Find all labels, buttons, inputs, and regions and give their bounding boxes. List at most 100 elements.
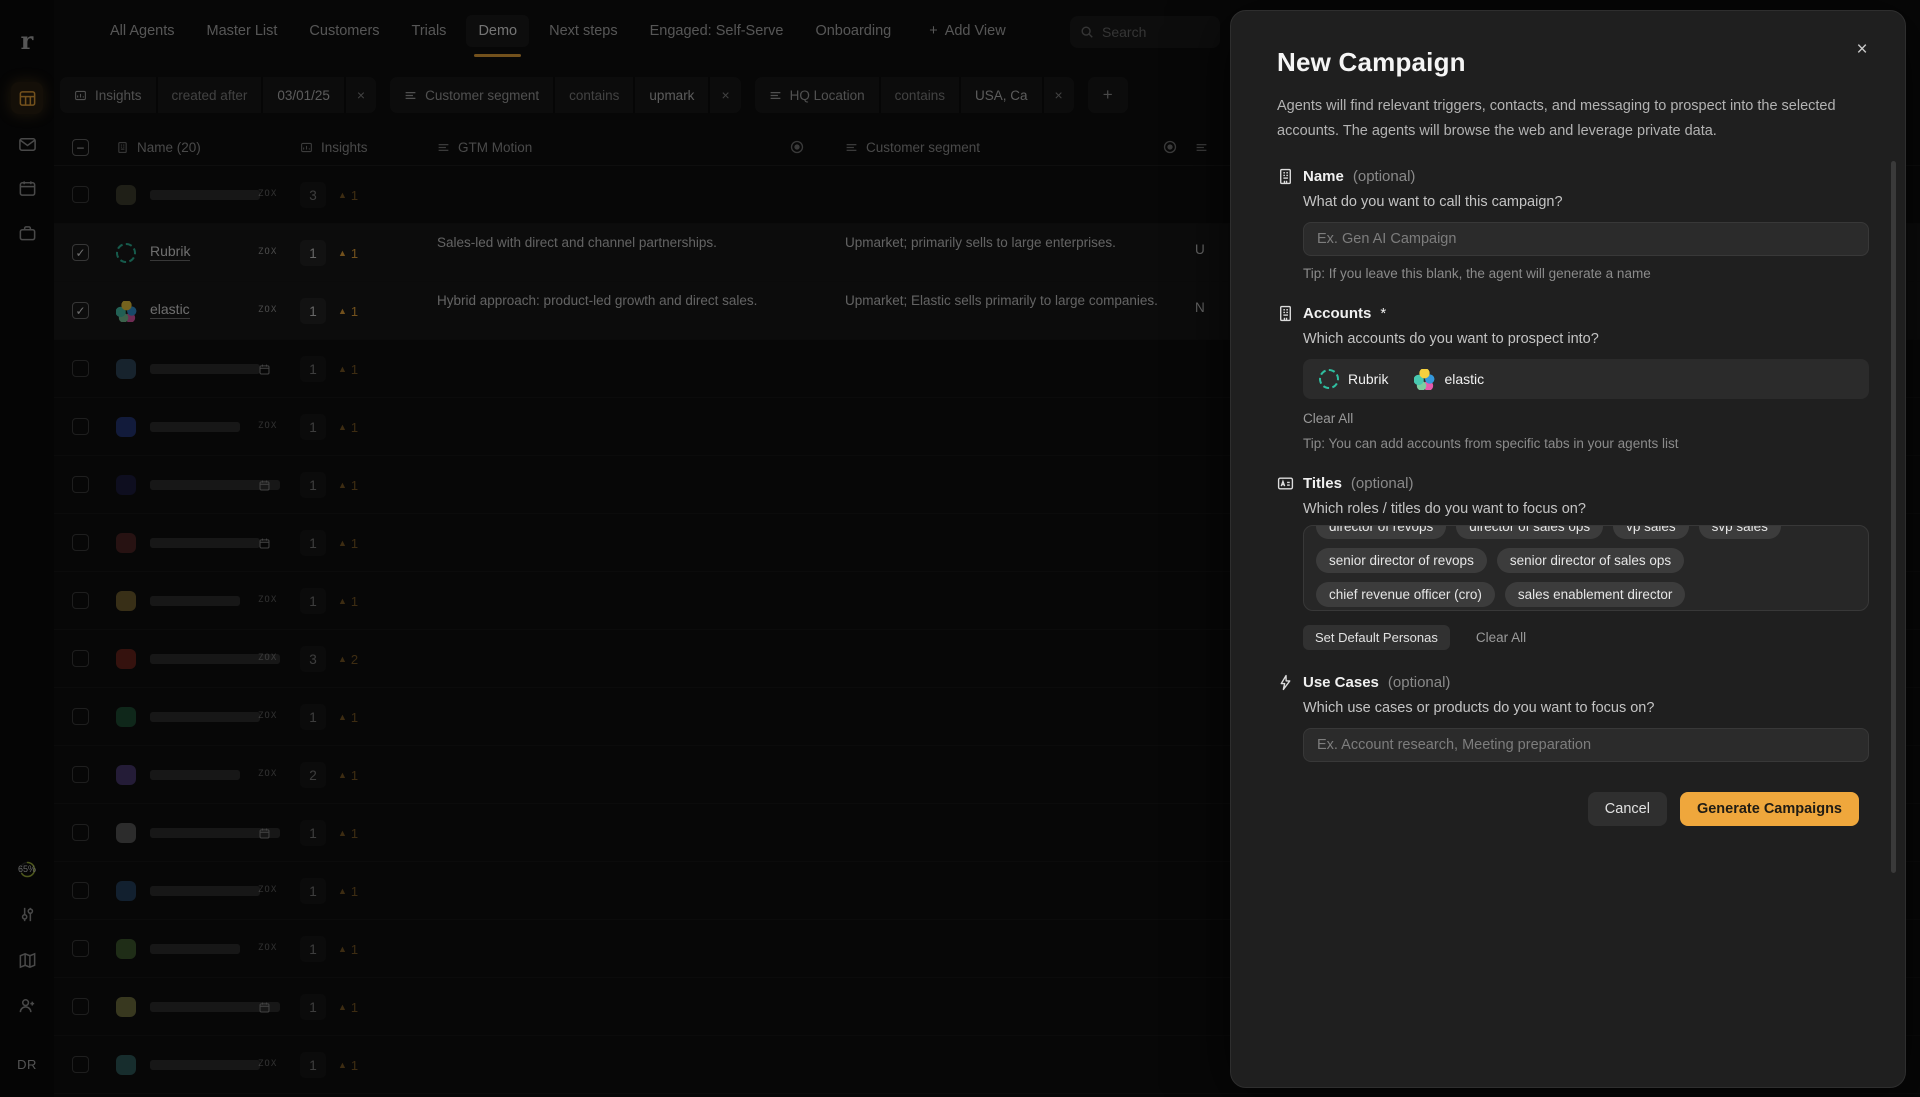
row-checkbox[interactable] [72,824,89,841]
briefcase-icon[interactable] [11,217,43,249]
add-filter-button[interactable]: + [1088,77,1128,113]
add-user-icon[interactable] [11,989,43,1021]
company-logo [116,358,138,380]
row-checkbox[interactable] [72,418,89,435]
generate-campaigns-button[interactable]: Generate Campaigns [1680,792,1859,826]
mail-icon[interactable] [11,128,43,160]
company-logo [116,184,138,206]
set-default-personas-button[interactable]: Set Default Personas [1303,625,1450,650]
tab-onboarding[interactable]: Onboarding [803,15,903,47]
filter-field[interactable]: HQ Location [755,77,879,113]
insights-count: 2 [300,762,326,788]
row-checkbox[interactable] [72,882,89,899]
select-all-checkbox[interactable]: – [72,139,89,156]
company-logo [116,938,138,960]
map-icon[interactable] [11,944,43,976]
filter-field[interactable]: Insights [60,77,156,113]
company-logo [116,590,138,612]
filter-condition[interactable]: contains [881,77,959,113]
use-cases-input[interactable] [1303,728,1869,762]
add-view-button[interactable]: + Add View [929,23,1005,39]
app-root: r 65% [0,0,1920,1097]
tab-engaged-self-serve[interactable]: Engaged: Self-Serve [638,15,796,47]
insights-delta: ▲1 [338,704,358,730]
titles-clear-all-button[interactable]: Clear All [1476,630,1526,645]
cancel-button[interactable]: Cancel [1588,792,1667,826]
row-checkbox[interactable] [72,534,89,551]
row-checkbox[interactable] [72,186,89,203]
table-view-icon[interactable] [11,82,43,114]
row-badge [258,479,271,492]
filter-value[interactable]: 03/01/25 [263,77,344,113]
column-next-partial[interactable] [1195,128,1208,166]
account-chip-elastic[interactable]: elastic [1414,369,1484,390]
row-badge: ZOX [258,421,277,431]
account-chip-rubrik[interactable]: Rubrik [1319,369,1388,389]
row-checkbox[interactable]: ✓ [72,302,89,319]
tab-trials[interactable]: Trials [400,15,459,47]
title-tag[interactable]: senior director of revops [1316,548,1487,573]
filter-field[interactable]: Customer segment [390,77,553,113]
insights-delta: ▲1 [338,878,358,904]
row-badge: ZOX [258,943,277,953]
title-tag[interactable]: vp sales [1613,525,1689,539]
tab-master-list[interactable]: Master List [195,15,290,47]
filter-chip-insights[interactable]: Insightscreated after03/01/25× [60,77,376,113]
campaign-name-input[interactable] [1303,222,1869,256]
filter-chip-hq-location[interactable]: HQ LocationcontainsUSA, Ca× [755,77,1074,113]
remove-filter-icon[interactable]: × [710,77,740,113]
calendar-icon[interactable] [11,172,43,204]
filter-value[interactable]: USA, Ca [961,77,1042,113]
remove-filter-icon[interactable]: × [1044,77,1074,113]
avatar[interactable]: DR [11,1048,43,1080]
row-checkbox[interactable] [72,1056,89,1073]
row-checkbox[interactable] [72,360,89,377]
filter-chip-customer-segment[interactable]: Customer segmentcontainsupmark× [390,77,741,113]
modal-scrollbar[interactable] [1891,161,1896,873]
close-icon[interactable]: × [1849,37,1875,63]
progress-ring[interactable]: 65% [8,850,46,888]
titles-label: Titles (optional) [1277,475,1859,492]
rubrik-logo [1319,369,1339,389]
row-checkbox[interactable] [72,476,89,493]
tab-next-steps[interactable]: Next steps [537,15,630,47]
column-name[interactable]: Name (20) [116,128,201,166]
target-icon[interactable] [1162,139,1178,155]
row-checkbox[interactable] [72,708,89,725]
title-tag[interactable]: senior director of sales ops [1497,548,1684,573]
title-tag[interactable]: director of revops [1316,525,1446,539]
row-checkbox[interactable] [72,998,89,1015]
title-tag[interactable]: director of sales ops [1456,525,1603,539]
search-box[interactable]: Search [1070,16,1220,48]
row-checkbox[interactable]: ✓ [72,244,89,261]
row-checkbox[interactable] [72,940,89,957]
company-name-link[interactable]: Rubrik [150,243,190,261]
title-tag[interactable]: sales enablement director [1505,582,1686,607]
sliders-icon[interactable] [11,898,43,930]
filter-condition[interactable]: contains [555,77,633,113]
title-tag[interactable]: svp sales [1699,525,1781,539]
accounts-clear-all-button[interactable]: Clear All [1303,411,1353,426]
section-name: Name (optional) What do you want to call… [1277,168,1859,281]
company-name-link[interactable]: elastic [150,301,190,319]
titles-tag-container[interactable]: director of revops director of sales ops v… [1303,525,1869,611]
column-gtm-motion[interactable]: GTM Motion [437,128,532,166]
company-logo [116,880,138,902]
insights-count: 1 [300,588,326,614]
rows-icon [437,141,450,154]
column-insights[interactable]: Insights [300,128,368,166]
filter-condition[interactable]: created after [158,77,262,113]
row-checkbox[interactable] [72,766,89,783]
tab-demo[interactable]: Demo [466,15,529,47]
row-badge: ZOX [258,247,277,257]
row-checkbox[interactable] [72,650,89,667]
filter-value[interactable]: upmark [635,77,708,113]
tab-all-agents[interactable]: All Agents [98,15,187,47]
tab-customers[interactable]: Customers [297,15,391,47]
title-tag[interactable]: chief revenue officer (cro) [1316,582,1495,607]
row-checkbox[interactable] [72,592,89,609]
column-customer-segment[interactable]: Customer segment [845,128,980,166]
target-icon[interactable] [789,139,805,155]
use-cases-question: Which use cases or products do you want … [1303,700,1859,716]
remove-filter-icon[interactable]: × [346,77,376,113]
